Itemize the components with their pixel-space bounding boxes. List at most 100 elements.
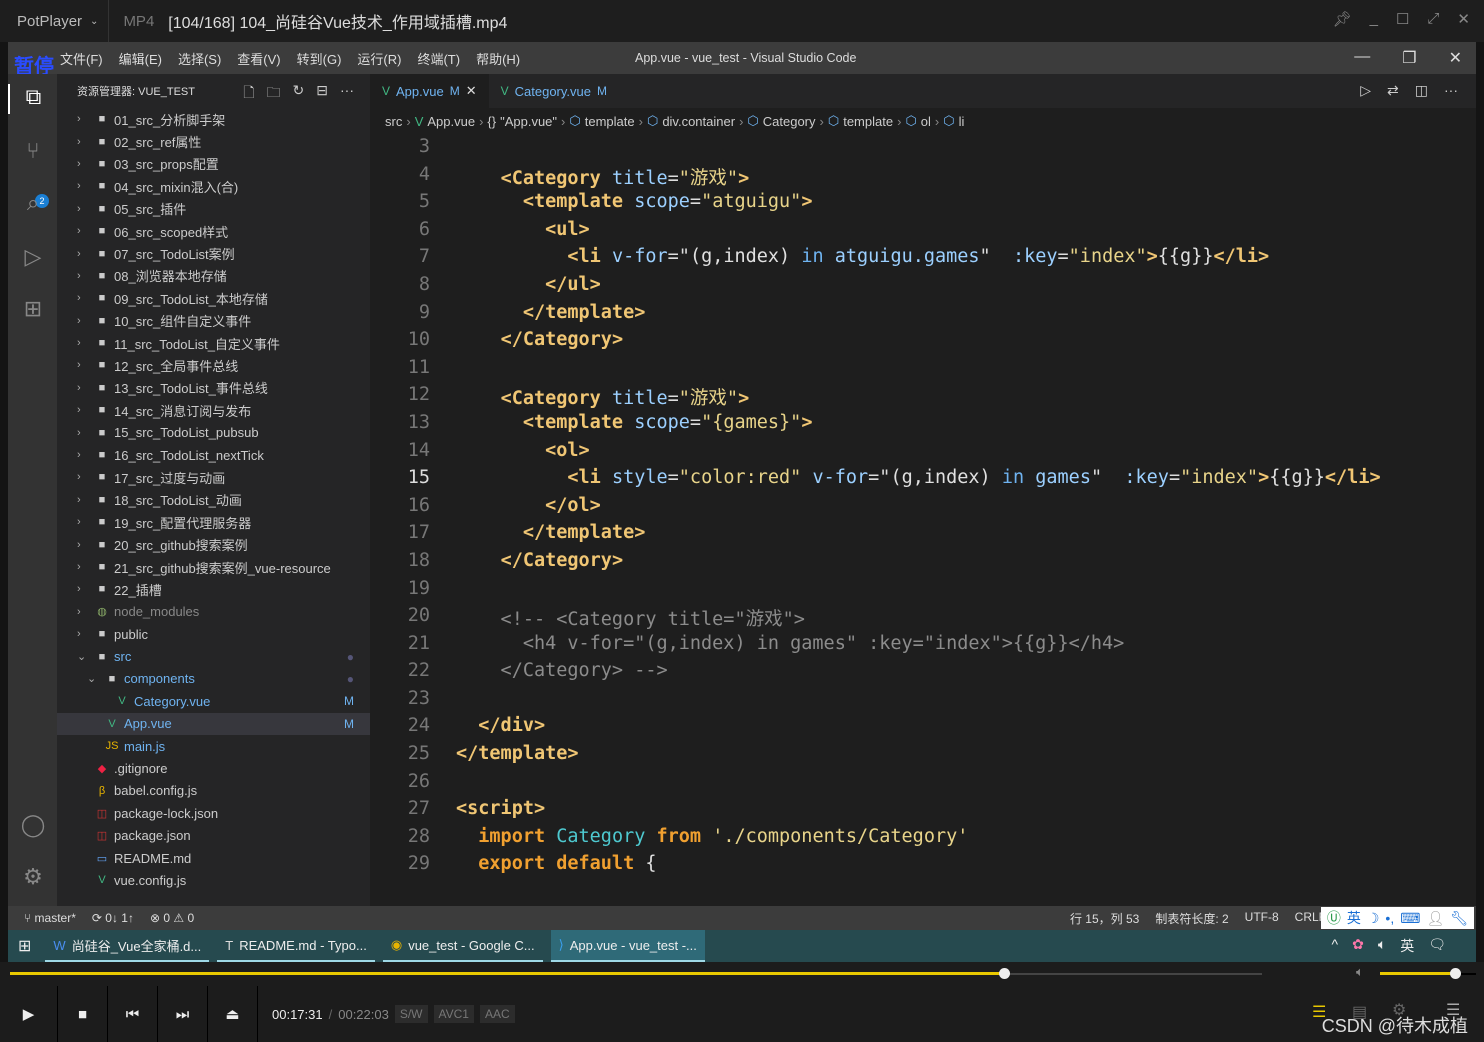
split-editor-icon[interactable]: ◫: [1415, 82, 1428, 99]
restore-button[interactable]: ❐: [1402, 48, 1416, 68]
tree-item[interactable]: › ■ 21_src_github搜索案例_vue-resource: [57, 556, 370, 578]
tree-item[interactable]: › ■ 14_src_消息订阅与发布: [57, 399, 370, 421]
menu-item[interactable]: 终端(T): [409, 49, 468, 68]
new-file-icon[interactable]: 🗋︎: [243, 82, 254, 106]
compare-icon[interactable]: ⇄: [1387, 82, 1399, 99]
tree-item[interactable]: ⌄ ■ src ●: [57, 645, 370, 667]
branch-status[interactable]: ⑂ master*: [24, 911, 76, 925]
previous-button[interactable]: ⏮: [108, 986, 158, 1042]
gear-icon[interactable]: ⚙: [18, 864, 48, 894]
tree-item[interactable]: › ■ 13_src_TodoList_事件总线: [57, 377, 370, 399]
breadcrumb-item[interactable]: template: [843, 114, 893, 129]
breadcrumb-item[interactable]: "App.vue": [500, 114, 557, 129]
cursor-position[interactable]: 行 15，列 53: [1070, 910, 1139, 927]
tree-item[interactable]: ◫ package.json: [57, 825, 370, 847]
tree-item[interactable]: V App.vue M: [57, 712, 370, 735]
tree-item[interactable]: β babel.config.js: [57, 780, 370, 802]
new-folder-icon[interactable]: 🗀︎: [267, 82, 281, 106]
tree-item[interactable]: ⌄ ■ components ●: [57, 668, 370, 690]
tray-chevron-icon[interactable]: ^: [1332, 936, 1339, 956]
tree-item[interactable]: › ■ 20_src_github搜索案例: [57, 533, 370, 555]
tree-item[interactable]: ◆ .gitignore: [57, 757, 370, 779]
tree-item[interactable]: › ■ 11_src_TodoList_自定义事件: [57, 332, 370, 354]
collapse-icon[interactable]: ⊟: [316, 82, 328, 106]
tree-item[interactable]: JS main.js: [57, 735, 370, 757]
taskbar-item[interactable]: ◉ vue_test - Google C...: [382, 930, 543, 962]
menu-item[interactable]: 转到(G): [289, 49, 350, 68]
more-icon[interactable]: ···: [1444, 82, 1458, 99]
search-icon[interactable]: ⌕: [18, 190, 48, 220]
volume-handle[interactable]: [1449, 968, 1461, 979]
problems-status[interactable]: ⊗ 0 ⚠ 0: [150, 911, 194, 925]
breadcrumb-item[interactable]: template: [585, 114, 635, 129]
potplayer-menu[interactable]: PotPlayer ⌄: [0, 0, 110, 42]
breadcrumb-item[interactable]: src: [385, 114, 402, 129]
maximize-button[interactable]: ☐: [1396, 10, 1409, 28]
chip-renderer[interactable]: S/W: [394, 1005, 428, 1023]
chip-audio-codec[interactable]: AAC: [479, 1005, 515, 1023]
pin-icon[interactable]: 📌︎: [1333, 10, 1352, 28]
ime-toolbar[interactable]: Ⓤ 英 ☽ •, ⌨ 👤︎ 🔧︎: [1320, 907, 1474, 929]
breadcrumb-item[interactable]: li: [959, 114, 965, 129]
seek-handle[interactable]: [999, 968, 1011, 979]
tree-item[interactable]: › ■ 09_src_TodoList_本地存储: [57, 287, 370, 309]
taskbar-item[interactable]: T README.md - Typo...: [217, 930, 375, 962]
tree-item[interactable]: › ■ 16_src_TodoList_nextTick: [57, 444, 370, 466]
tree-item[interactable]: ▭ README.md: [57, 847, 370, 869]
tree-item[interactable]: Vvue.config.js: [57, 869, 370, 891]
menu-item[interactable]: 运行(R): [349, 49, 409, 68]
tree-item[interactable]: › ■ 19_src_配置代理服务器: [57, 511, 370, 533]
tree-item[interactable]: › ■ 17_src_过度与动画: [57, 466, 370, 488]
stop-button[interactable]: ■: [58, 986, 108, 1042]
menu-item[interactable]: 查看(V): [229, 49, 288, 68]
tab-app-vue[interactable]: V App.vue M ✕: [370, 74, 489, 108]
tab-size[interactable]: 制表符长度: 2: [1155, 910, 1228, 927]
tree-item[interactable]: › ■ 03_src_props配置: [57, 153, 370, 175]
tree-item[interactable]: › ■ 07_src_TodoList案例: [57, 242, 370, 264]
breadcrumb-item[interactable]: App.vue: [427, 114, 475, 129]
seek-bar[interactable]: 🔈︎: [0, 962, 1484, 986]
tree-item[interactable]: › ■ 01_src_分析脚手架: [57, 108, 370, 130]
tray-language[interactable]: 英: [1400, 936, 1414, 956]
tray-app-icon[interactable]: ✿: [1352, 936, 1364, 956]
windows-start-icon[interactable]: ⊞: [8, 936, 45, 956]
tab-category-vue[interactable]: V Category.vue M: [489, 74, 619, 108]
source-control-icon[interactable]: ⑂: [18, 138, 48, 168]
play-button[interactable]: ▶: [0, 986, 58, 1042]
minimize-button[interactable]: _: [1370, 10, 1378, 28]
taskbar-item[interactable]: ⟩ App.vue - vue_test -...: [550, 930, 705, 962]
tree-item[interactable]: › ■ 10_src_组件自定义事件: [57, 310, 370, 332]
code-editor[interactable]: 34 <Category title="游戏"> 5 <template scop…: [370, 136, 1460, 878]
minimize-button[interactable]: —: [1354, 48, 1370, 68]
tree-item[interactable]: ◫ package-lock.json: [57, 802, 370, 824]
menu-item[interactable]: 选择(S): [170, 49, 229, 68]
run-icon[interactable]: ▷: [1360, 82, 1371, 99]
taskbar-item[interactable]: W 尚硅谷_Vue全家桶.d...: [45, 930, 210, 962]
volume-icon[interactable]: 🔈︎: [1378, 936, 1386, 956]
encoding[interactable]: UTF-8: [1245, 910, 1279, 927]
tree-item[interactable]: › ■ 22_插槽: [57, 578, 370, 600]
notification-icon[interactable]: 🗨︎: [1428, 936, 1446, 956]
tree-item[interactable]: › ◍ node_modules: [57, 601, 370, 623]
tree-item[interactable]: › ■ 05_src_插件: [57, 198, 370, 220]
tree-item[interactable]: › ■ 08_浏览器本地存储: [57, 265, 370, 287]
more-icon[interactable]: ···: [340, 82, 354, 106]
run-debug-icon[interactable]: ▷: [18, 244, 48, 274]
menu-item[interactable]: 文件(F): [52, 49, 111, 68]
fullscreen-button[interactable]: ⤢: [1427, 10, 1439, 28]
tree-item[interactable]: › ■ public: [57, 623, 370, 645]
refresh-icon[interactable]: ↻: [293, 82, 305, 106]
tree-item[interactable]: › ■ 02_src_ref属性: [57, 130, 370, 152]
tree-item[interactable]: › ■ 12_src_全局事件总线: [57, 354, 370, 376]
breadcrumb-item[interactable]: div.container: [662, 114, 735, 129]
breadcrumb-item[interactable]: ol: [921, 114, 931, 129]
chip-video-codec[interactable]: AVC1: [433, 1005, 474, 1023]
volume-icon[interactable]: 🔈︎: [1356, 964, 1364, 980]
tree-item[interactable]: › ■ 06_src_scoped样式: [57, 220, 370, 242]
menu-item[interactable]: 帮助(H): [468, 49, 528, 68]
extensions-icon[interactable]: ⊞: [18, 296, 48, 326]
close-button[interactable]: ✕: [1449, 48, 1462, 68]
menu-item[interactable]: 编辑(E): [111, 49, 170, 68]
account-icon[interactable]: ◯: [18, 812, 48, 842]
sync-status[interactable]: ⟳ 0↓ 1↑: [92, 911, 134, 925]
